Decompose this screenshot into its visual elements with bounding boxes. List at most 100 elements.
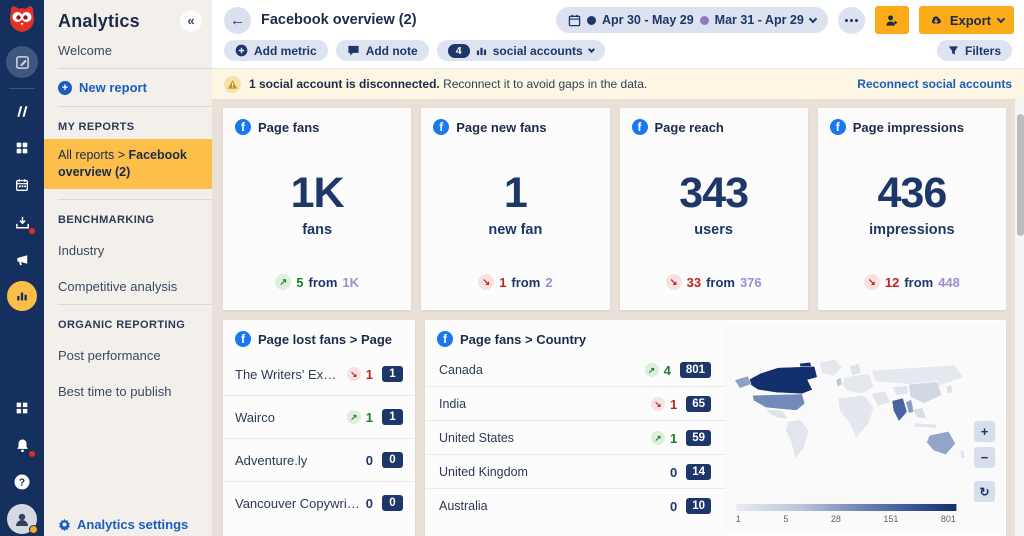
- legend-gradient-bar: [736, 504, 956, 511]
- profile-avatar[interactable]: [7, 504, 37, 534]
- value-badge: 59: [686, 430, 711, 446]
- analytics-icon[interactable]: [7, 281, 37, 311]
- notification-dot: [28, 227, 36, 235]
- metric-change: ↗ 5 from 1K: [223, 274, 411, 290]
- chevron-down-icon: [588, 45, 595, 52]
- trend-down-icon: ↘: [864, 274, 880, 290]
- notifications-bell-icon[interactable]: [7, 430, 37, 460]
- profile-alert-dot: [29, 525, 38, 534]
- value-badge: 14: [686, 464, 711, 480]
- value-badge: 65: [686, 396, 711, 412]
- trend-up-icon: ↗: [645, 363, 659, 377]
- metric-card-page-fans[interactable]: fPage fans 1K fans ↗ 5 from 1K: [223, 108, 411, 310]
- metric-value: 1K: [291, 172, 344, 215]
- metric-card-page-reach[interactable]: fPage reach 343 users ↘ 33 from 376: [620, 108, 808, 310]
- map-uk: [836, 377, 842, 387]
- primary-date-range: Apr 30 - May 29: [602, 13, 694, 27]
- table-row[interactable]: Adventure.ly 0 0: [223, 439, 415, 482]
- table-row[interactable]: United Kingdom 0 14: [425, 455, 725, 489]
- map-zoom-in-button[interactable]: +: [974, 421, 995, 442]
- value-badge: 801: [680, 362, 711, 378]
- facebook-icon: f: [437, 331, 453, 347]
- hootsuite-logo[interactable]: [5, 4, 39, 36]
- streams-icon[interactable]: [7, 96, 37, 126]
- map-zoom-out-button[interactable]: −: [974, 447, 995, 468]
- boards-icon[interactable]: [7, 133, 37, 163]
- table-row[interactable]: The Writers' Exchange ↘ 1 1: [223, 353, 415, 396]
- amplify-megaphone-icon[interactable]: [7, 244, 37, 274]
- section-organic-reporting: ORGANIC REPORTING: [44, 305, 212, 337]
- world-choropleth-map[interactable]: 1 5 28 151 801 + − ↻: [725, 324, 1002, 532]
- bar-chart-icon: [476, 45, 487, 56]
- back-button[interactable]: ←: [224, 7, 251, 34]
- more-options-button[interactable]: [838, 7, 865, 34]
- compose-button[interactable]: [6, 46, 38, 78]
- scrollbar-thumb[interactable]: [1017, 114, 1024, 236]
- map-central-asia: [892, 386, 909, 396]
- bottom-cards-row: fPage lost fans > Page The Writers' Exch…: [223, 320, 1006, 536]
- warning-icon: [224, 76, 241, 93]
- disconnected-account-banner: 1 social account is disconnected. Reconn…: [212, 69, 1024, 99]
- plus-icon: +: [58, 81, 72, 95]
- sidebar-item-welcome[interactable]: Welcome: [44, 32, 212, 68]
- map-indonesia: [914, 423, 938, 429]
- map-legend: 1 5 28 151 801: [736, 504, 956, 524]
- table-row[interactable]: Wairco ↗ 1 1: [223, 396, 415, 439]
- metric-card-page-new-fans[interactable]: fPage new fans 1 new fan ↘ 1 from 2: [421, 108, 609, 310]
- add-metric-button[interactable]: Add metric: [224, 40, 328, 61]
- map-russia: [871, 365, 964, 386]
- map-southeast-asia: [913, 408, 927, 419]
- metric-change: ↘ 12 from 448: [818, 274, 1006, 290]
- table-row[interactable]: India ↘ 1 65: [425, 387, 725, 421]
- trend-down-icon: ↘: [478, 274, 494, 290]
- metric-card-page-impressions[interactable]: fPage impressions 436 impressions ↘ 12 f…: [818, 108, 1006, 310]
- map-middle-east: [871, 391, 890, 406]
- report-title: Facebook overview (2): [261, 12, 417, 28]
- planner-calendar-icon[interactable]: [7, 170, 37, 200]
- trend-down-icon: ↘: [651, 397, 665, 411]
- map-reset-button[interactable]: ↻: [974, 481, 995, 502]
- sidebar-item-competitive-analysis[interactable]: Competitive analysis: [44, 268, 212, 304]
- report-toolbar: Add metric Add note 4 social accounts Fi…: [212, 40, 1024, 69]
- export-button[interactable]: Export: [919, 6, 1014, 34]
- comparison-range-dot: [700, 16, 709, 25]
- inbox-icon[interactable]: [7, 207, 37, 237]
- export-cloud-icon: [929, 13, 943, 27]
- sidebar-item-best-time-to-publish[interactable]: Best time to publish: [44, 373, 212, 409]
- sidebar-collapse-button[interactable]: «: [180, 10, 202, 32]
- sidebar-item-industry[interactable]: Industry: [44, 232, 212, 268]
- map-greenland: [819, 359, 842, 376]
- global-nav-rail: ?: [0, 0, 44, 536]
- date-range-picker[interactable]: Apr 30 - May 29 Mar 31 - Apr 29: [556, 7, 828, 33]
- facebook-icon: f: [830, 119, 846, 135]
- primary-range-dot: [587, 16, 596, 25]
- table-row[interactable]: United States ↗ 1 59: [425, 421, 725, 455]
- sidebar-title: Analytics: [58, 11, 140, 32]
- filters-button[interactable]: Filters: [937, 40, 1012, 61]
- new-report-button[interactable]: + New report: [44, 69, 212, 106]
- lost-fans-card[interactable]: fPage lost fans > Page The Writers' Exch…: [223, 320, 415, 536]
- apps-grid-icon[interactable]: [7, 393, 37, 423]
- metric-value: 436: [878, 172, 947, 215]
- help-icon[interactable]: ?: [7, 467, 37, 497]
- add-note-button[interactable]: Add note: [336, 40, 429, 61]
- table-row[interactable]: Australia 0 10: [425, 489, 725, 522]
- sidebar-item-active-report[interactable]: All reports > Facebook overview (2): [44, 139, 212, 189]
- report-header: ← Facebook overview (2) Apr 30 - May 29 …: [212, 0, 1024, 40]
- sidebar-item-post-performance[interactable]: Post performance: [44, 337, 212, 373]
- map-usa: [752, 394, 805, 411]
- map-new-zealand: [960, 449, 966, 459]
- fans-by-country-card[interactable]: fPage fans > Country Canada ↗ 4 801 Indi…: [425, 320, 1006, 536]
- trend-down-icon: ↘: [347, 367, 361, 381]
- share-report-button[interactable]: [875, 6, 909, 34]
- chevron-down-icon: [997, 14, 1005, 22]
- analytics-settings-link[interactable]: Analytics settings: [44, 509, 212, 536]
- facebook-icon: f: [235, 331, 251, 347]
- report-canvas: fPage fans 1K fans ↗ 5 from 1K fPage new…: [212, 99, 1024, 536]
- reconnect-accounts-link[interactable]: Reconnect social accounts: [857, 77, 1012, 91]
- table-row[interactable]: Vancouver Copywriters 0 0: [223, 482, 415, 524]
- social-accounts-selector[interactable]: 4 social accounts: [437, 40, 605, 61]
- vertical-scrollbar[interactable]: [1014, 98, 1024, 536]
- table-row[interactable]: Canada ↗ 4 801: [425, 353, 725, 387]
- map-controls: + − ↻: [974, 421, 995, 502]
